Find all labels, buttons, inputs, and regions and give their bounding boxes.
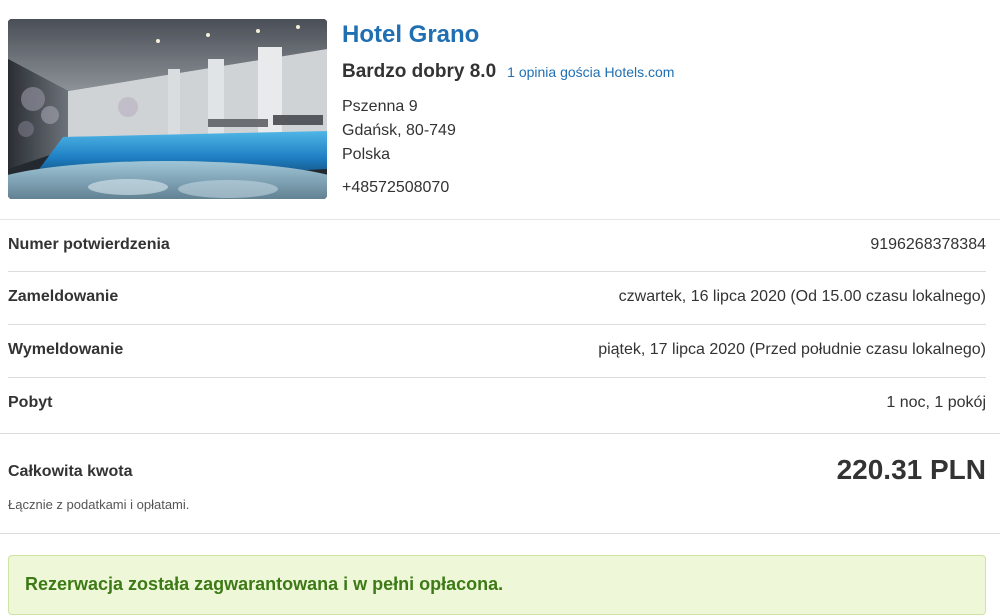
- detail-label: Pobyt: [8, 394, 53, 411]
- hotel-address: Pszenna 9 Gdańsk, 80-749 Polska: [342, 95, 982, 167]
- rating-line: Bardzo dobry 8.0 1 opinia gościa Hotels.…: [342, 61, 982, 87]
- detail-row-check-out: Wymeldowanie piątek, 17 lipca 2020 (Prze…: [0, 324, 1000, 378]
- reviews-link[interactable]: 1 opinia gościa Hotels.com: [507, 64, 674, 80]
- detail-value: 1 noc, 1 pokój: [886, 394, 986, 411]
- row-divider: [8, 377, 986, 378]
- detail-row-confirmation: Numer potwierdzenia 9196268378384: [0, 219, 1000, 272]
- total-amount: 220.31 PLN: [836, 454, 986, 485]
- address-street: Pszenna 9: [342, 98, 418, 115]
- detail-label: Zameldowanie: [8, 288, 119, 305]
- detail-value: 9196268378384: [870, 236, 986, 253]
- detail-value: piątek, 17 lipca 2020 (Przed południe cz…: [598, 341, 986, 358]
- detail-row-stay: Pobyt 1 noc, 1 pokój: [0, 377, 1000, 431]
- detail-row-check-in: Zameldowanie czwartek, 16 lipca 2020 (Od…: [0, 271, 1000, 325]
- row-divider: [8, 271, 986, 272]
- detail-label: Numer potwierdzenia: [8, 236, 170, 253]
- hotel-info: Hotel Grano Bardzo dobry 8.0 1 opinia go…: [342, 19, 982, 200]
- hotel-name-link[interactable]: Hotel Grano: [342, 19, 982, 51]
- hotel-photo[interactable]: [8, 19, 327, 199]
- hotel-summary: Hotel Grano Bardzo dobry 8.0 1 opinia go…: [8, 19, 992, 199]
- address-city: Gdańsk, 80-749: [342, 122, 456, 139]
- guest-rating: Bardzo dobry 8.0: [342, 61, 497, 82]
- total-price-section: Całkowita kwota 220.31 PLN Łącznie z pod…: [0, 433, 1000, 534]
- payment-guaranteed-banner: Rezerwacja została zagwarantowana i w pe…: [8, 555, 986, 615]
- detail-label: Wymeldowanie: [8, 341, 124, 358]
- booking-details: Numer potwierdzenia 9196268378384 Zameld…: [0, 219, 1000, 431]
- total-note: Łącznie z podatkami i opłatami.: [8, 497, 190, 512]
- total-label: Całkowita kwota: [8, 463, 133, 480]
- address-country: Polska: [342, 146, 391, 163]
- row-divider: [8, 324, 986, 325]
- hotel-pool-image: [8, 19, 327, 199]
- hotel-phone: +48572508070: [342, 179, 450, 196]
- detail-value: czwartek, 16 lipca 2020 (Od 15.00 czasu …: [618, 288, 986, 305]
- banner-text: Rezerwacja została zagwarantowana i w pe…: [25, 574, 504, 594]
